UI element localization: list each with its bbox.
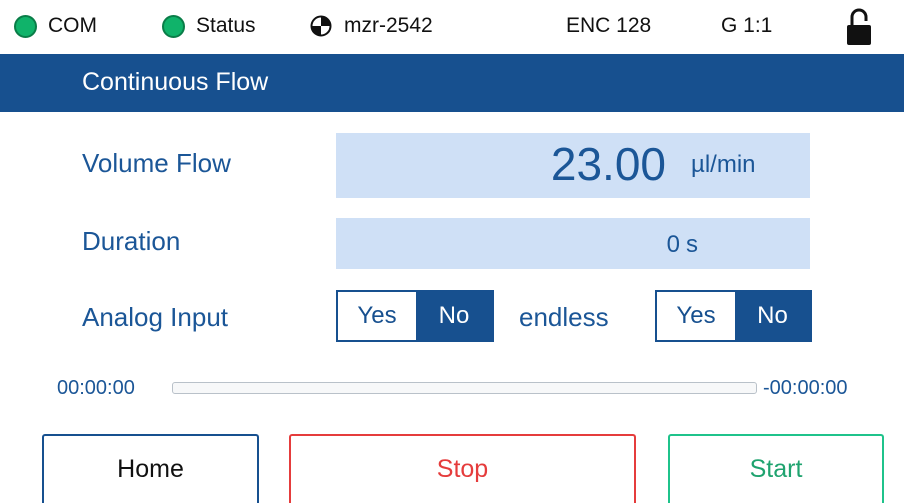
endless-no-option[interactable]: No <box>735 292 810 340</box>
page-title: Continuous Flow <box>82 68 269 96</box>
analog-input-yes-option[interactable]: Yes <box>338 292 416 340</box>
com-label: COM <box>48 14 97 37</box>
stop-button[interactable]: Stop <box>289 434 636 503</box>
motor-icon <box>310 15 332 37</box>
duration-unit: s <box>686 231 698 258</box>
status-dot-icon <box>162 14 185 38</box>
endless-toggle: Yes No <box>655 290 812 342</box>
title-bar: Continuous Flow <box>0 54 904 112</box>
volume-flow-field[interactable]: 23.00 µl/min <box>336 133 810 198</box>
com-indicator: COM <box>14 14 97 38</box>
start-button[interactable]: Start <box>668 434 884 503</box>
duration-label: Duration <box>82 226 181 256</box>
status-bar: COM Status mzr-2542 ENC 128 G 1:1 <box>0 0 904 54</box>
duration-field[interactable]: 0 s <box>336 218 810 269</box>
analog-input-no-option[interactable]: No <box>416 292 492 340</box>
analog-input-label: Analog Input <box>82 302 229 332</box>
volume-flow-unit: µl/min <box>691 151 756 178</box>
remaining-time: -00:00:00 <box>763 377 848 399</box>
volume-flow-label: Volume Flow <box>82 148 231 178</box>
duration-value: 0 <box>666 231 680 258</box>
com-status-dot-icon <box>14 14 37 38</box>
endless-label: endless <box>519 302 609 332</box>
volume-flow-value: 23.00 <box>550 138 666 190</box>
gear-ratio-label: G 1:1 <box>721 14 773 37</box>
status-label: Status <box>196 14 256 37</box>
home-button[interactable]: Home <box>42 434 259 503</box>
endless-yes-option[interactable]: Yes <box>657 292 735 340</box>
device-indicator: mzr-2542 <box>310 14 433 38</box>
status-indicator: Status <box>162 14 256 38</box>
lock-unlocked-icon[interactable] <box>846 6 872 46</box>
elapsed-time: 00:00:00 <box>57 377 135 399</box>
encoder-label: ENC 128 <box>566 14 652 37</box>
analog-input-toggle: Yes No <box>336 290 494 342</box>
device-name: mzr-2542 <box>344 14 433 37</box>
progress-bar <box>172 382 757 394</box>
